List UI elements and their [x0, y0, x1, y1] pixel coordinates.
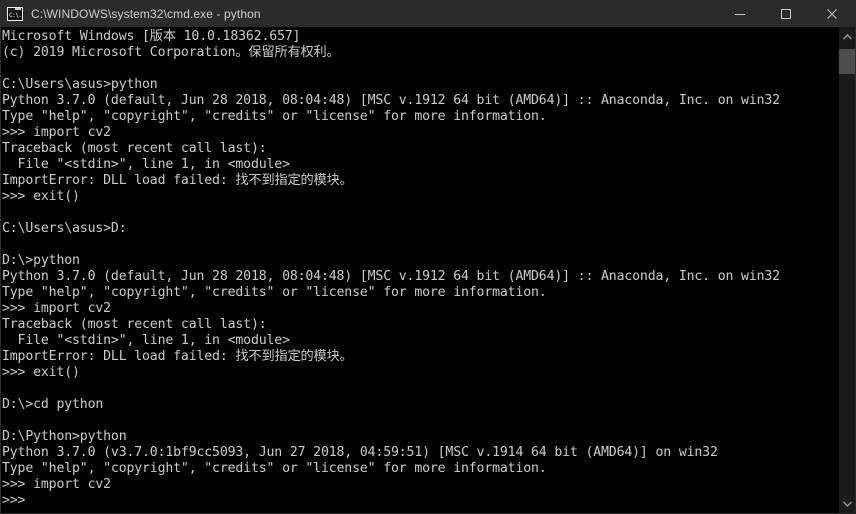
console-line: >>> import cv2: [2, 477, 111, 492]
console-area: Microsoft Windows [版本 10.0.18362.657] (c)…: [1, 27, 855, 513]
console-line: D:\>cd python: [2, 397, 104, 412]
vertical-scrollbar[interactable]: [838, 27, 855, 513]
titlebar[interactable]: C:\. C:\WINDOWS\system32\cmd.exe - pytho…: [1, 1, 855, 27]
window-controls: [717, 1, 855, 27]
scrollbar-track[interactable]: [839, 46, 855, 494]
console-line: File "<stdin>", line 1, in <module>: [2, 157, 290, 172]
scrollbar-thumb[interactable]: [839, 49, 855, 74]
console-line: >>> import cv2: [2, 125, 111, 140]
console-line: (c) 2019 Microsoft Corporation。保留所有权利。: [2, 45, 340, 60]
close-button[interactable]: [809, 1, 855, 27]
console-line: ImportError: DLL load failed: 找不到指定的模块。: [2, 349, 353, 364]
cmd-icon[interactable]: C:\.: [7, 7, 23, 21]
console-line: >>> exit(): [2, 189, 80, 204]
console-line: Python 3.7.0 (v3.7.0:1bf9cc5093, Jun 27 …: [2, 445, 718, 460]
console-line: Traceback (most recent call last):: [2, 141, 267, 156]
console-line: Type "help", "copyright", "credits" or "…: [2, 461, 547, 476]
console-line: Python 3.7.0 (default, Jun 28 2018, 08:0…: [2, 269, 780, 284]
maximize-button[interactable]: [763, 1, 809, 27]
console-line: ImportError: DLL load failed: 找不到指定的模块。: [2, 173, 353, 188]
console-line: >>>: [2, 493, 26, 508]
console-line: >>> exit(): [2, 365, 80, 380]
console-line: Microsoft Windows [版本 10.0.18362.657]: [2, 29, 301, 44]
console-line: Type "help", "copyright", "credits" or "…: [2, 109, 547, 124]
console-line: File "<stdin>", line 1, in <module>: [2, 333, 290, 348]
scroll-up-icon[interactable]: [839, 27, 855, 46]
console-output[interactable]: Microsoft Windows [版本 10.0.18362.657] (c)…: [1, 27, 838, 513]
cmd-icon-dots: [15, 8, 21, 10]
console-line: D:\Python>python: [2, 429, 127, 444]
console-line: Traceback (most recent call last):: [2, 317, 267, 332]
cmd-icon-screen: C:\.: [8, 11, 22, 20]
minimize-button[interactable]: [717, 1, 763, 27]
cmd-window: C:\. C:\WINDOWS\system32\cmd.exe - pytho…: [0, 0, 856, 514]
console-line: Type "help", "copyright", "credits" or "…: [2, 285, 547, 300]
console-line: >>> import cv2: [2, 301, 111, 316]
console-line: C:\Users\asus>D:: [2, 221, 127, 236]
window-title: C:\WINDOWS\system32\cmd.exe - python: [31, 7, 261, 21]
console-line: Python 3.7.0 (default, Jun 28 2018, 08:0…: [2, 93, 780, 108]
console-line: C:\Users\asus>python: [2, 77, 158, 92]
console-line: D:\>python: [2, 253, 80, 268]
scroll-down-icon[interactable]: [839, 494, 855, 513]
